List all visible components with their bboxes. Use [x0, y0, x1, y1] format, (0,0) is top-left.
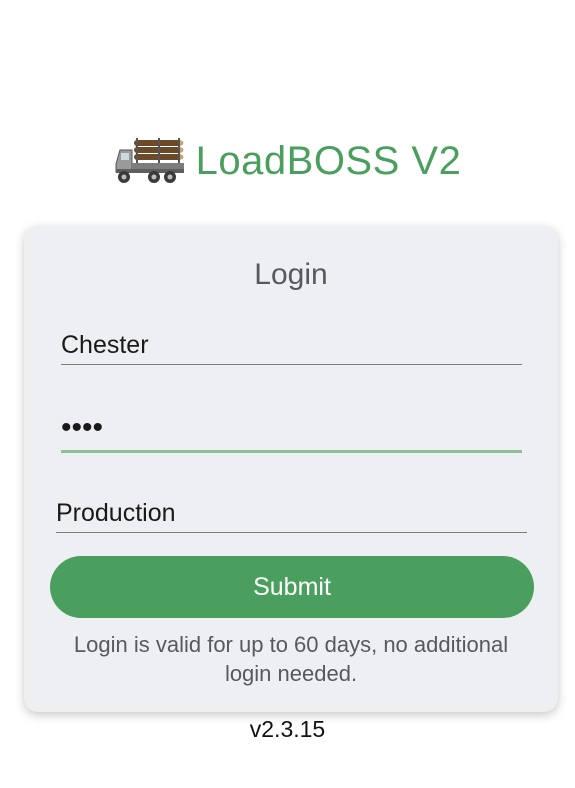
environment-field-container: [56, 490, 527, 533]
login-validity-note: Login is valid for up to 60 days, no add…: [73, 632, 509, 686]
password-field-container: ••••: [61, 408, 522, 453]
environment-input[interactable]: [56, 499, 527, 528]
log-truck-icon: [115, 138, 184, 183]
login-heading: Login: [254, 258, 328, 291]
app-header: LoadBOSS V2: [0, 134, 575, 188]
login-card: Login •••• Submit Login is valid for up …: [24, 226, 558, 712]
password-input[interactable]: ••••: [61, 413, 103, 443]
username-input[interactable]: [61, 331, 522, 360]
app-title: LoadBOSS V2: [195, 138, 462, 183]
submit-button[interactable]: Submit: [50, 556, 534, 618]
username-field-container: [61, 322, 522, 365]
version-label: v2.3.15: [249, 716, 326, 742]
